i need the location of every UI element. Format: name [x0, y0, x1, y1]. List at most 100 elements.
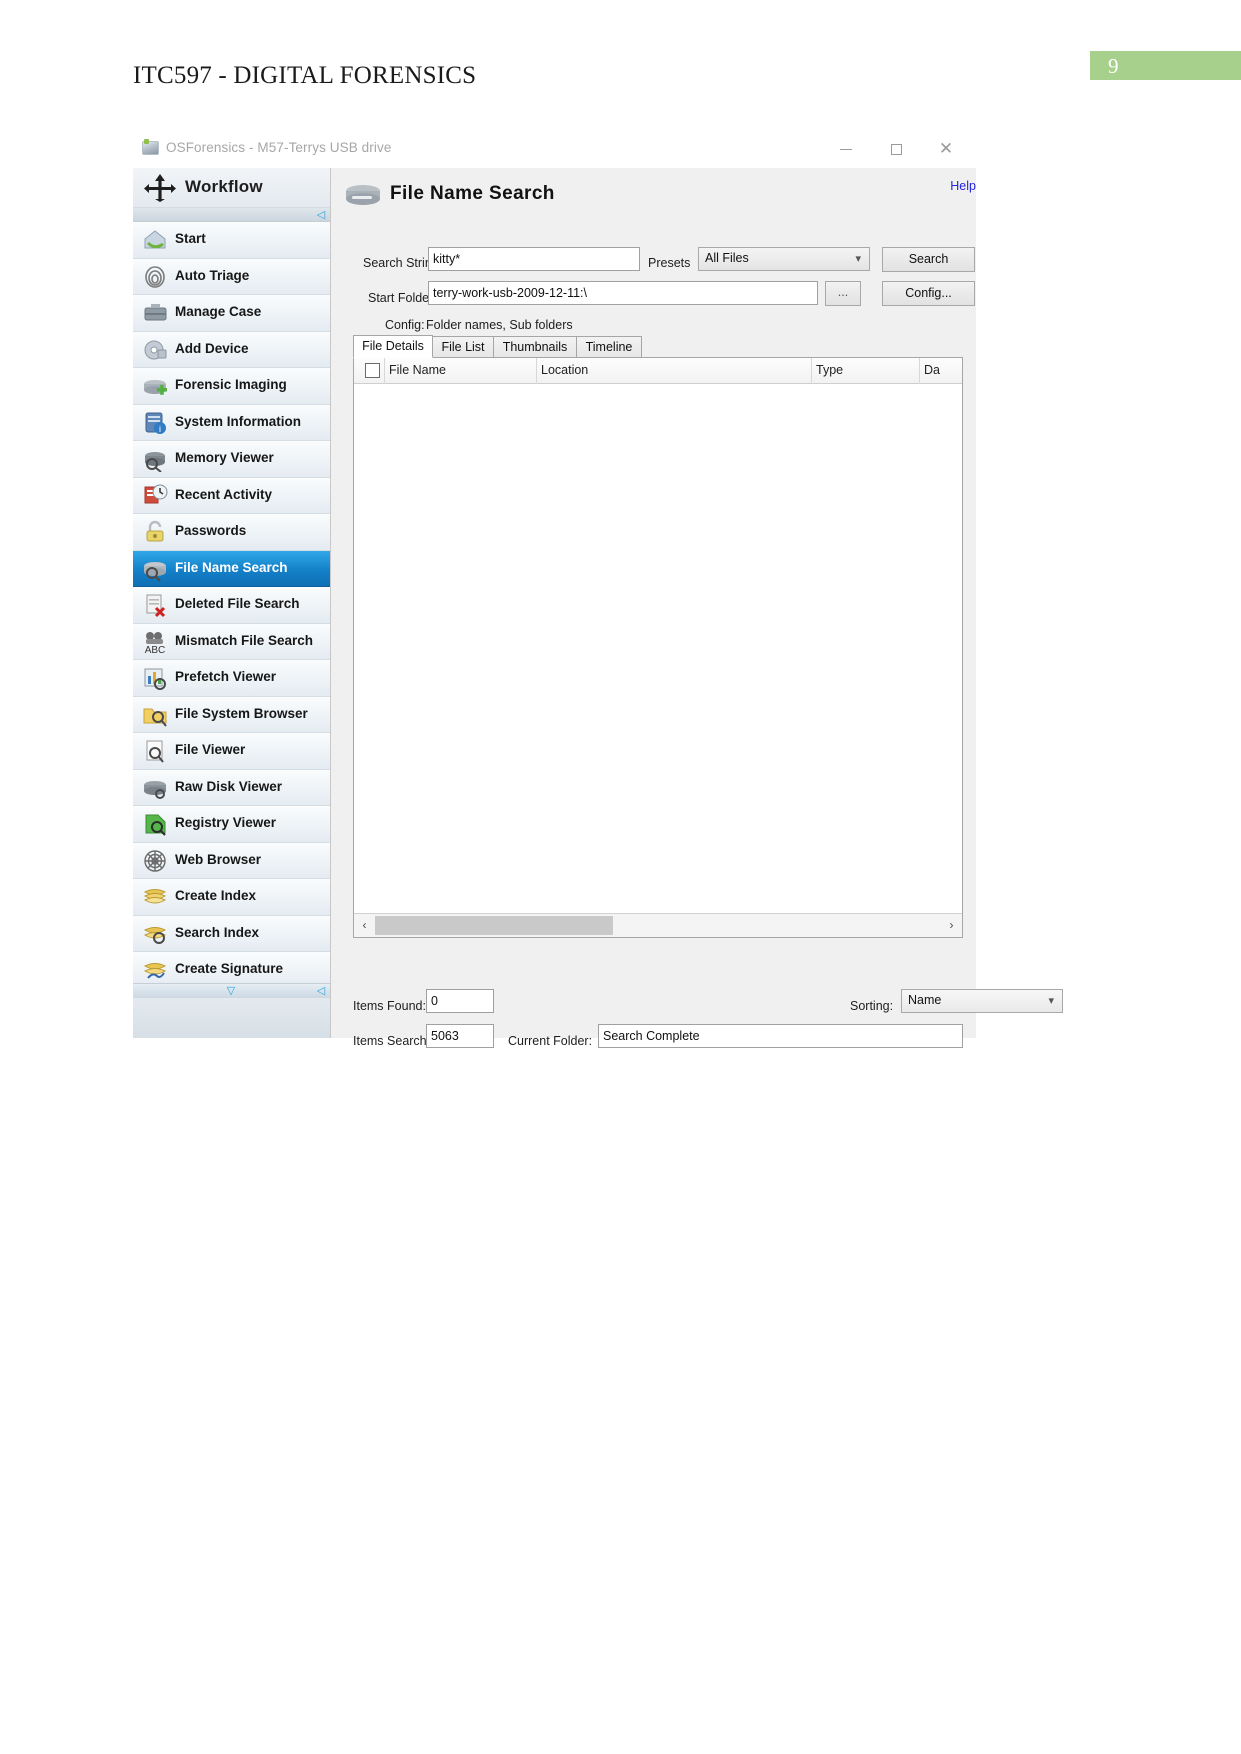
- column-header-file-name[interactable]: File Name: [389, 363, 446, 377]
- presets-label: Presets: [648, 256, 691, 270]
- document-magnifier-icon: [142, 738, 169, 764]
- page-number-text: 9: [1108, 54, 1119, 78]
- sidebar-item-label: Web Browser: [175, 851, 262, 867]
- sidebar-item-label: System Information: [175, 413, 302, 429]
- config-button[interactable]: Config...: [882, 281, 975, 306]
- document-header: ITC597 - DIGITAL FORENSICS 9: [0, 0, 1241, 120]
- items-searched-value: [426, 1024, 494, 1048]
- sorting-dropdown[interactable]: Name ▾: [901, 989, 1063, 1013]
- chevron-down-icon: ▾: [855, 253, 861, 265]
- close-icon[interactable]: ✕: [925, 137, 967, 161]
- briefcase-icon: [142, 300, 169, 326]
- scroll-left-icon[interactable]: ‹: [356, 917, 373, 934]
- sidebar-item-label: Manage Case: [175, 304, 262, 319]
- scrollbar-thumb[interactable]: [375, 916, 613, 935]
- config-label: Config:: [385, 318, 425, 332]
- index-search-icon: [142, 921, 169, 947]
- browse-folder-button[interactable]: ...: [825, 281, 861, 306]
- file-name-search-panel: File Name Search Help Search String Pres…: [330, 168, 1063, 1048]
- sidebar-item-file-system-browser[interactable]: File System Browser: [133, 696, 330, 733]
- minimize-button[interactable]: [825, 137, 867, 161]
- clock-history-icon: [142, 483, 169, 509]
- sidebar-item-system-information[interactable]: i System Information: [133, 404, 330, 441]
- tab-file-list[interactable]: File List: [432, 336, 494, 358]
- panel-title: File Name Search: [390, 183, 555, 204]
- sidebar-item-prefetch-viewer[interactable]: Prefetch Viewer: [133, 660, 330, 697]
- results-table-body[interactable]: [354, 384, 962, 911]
- workflow-item-list: Start Auto Triage Manage Case Add Device For…: [133, 222, 330, 1022]
- signature-icon: [142, 957, 169, 983]
- sidebar-item-web-browser[interactable]: Web Browser: [133, 842, 330, 879]
- sidebar-item-forensic-imaging[interactable]: Forensic Imaging: [133, 368, 330, 405]
- items-found-value: [426, 989, 494, 1013]
- tab-thumbnails[interactable]: Thumbnails: [493, 336, 577, 358]
- sidebar-item-label: File System Browser: [175, 705, 308, 721]
- column-divider: [536, 358, 537, 384]
- disk-icon: [142, 139, 159, 155]
- sidebar-scroll-up[interactable]: ◁: [133, 208, 330, 222]
- raw-disk-icon: [142, 775, 169, 801]
- sidebar-item-raw-disk-viewer[interactable]: Raw Disk Viewer: [133, 769, 330, 806]
- sidebar-footer: [133, 998, 330, 1038]
- sidebar-item-auto-triage[interactable]: Auto Triage: [133, 258, 330, 295]
- column-header-da[interactable]: Da: [924, 363, 940, 377]
- help-link[interactable]: Help: [950, 179, 976, 193]
- sidebar-item-add-device[interactable]: Add Device: [133, 331, 330, 368]
- chevron-left-icon[interactable]: ◁: [315, 209, 327, 221]
- sidebar-item-manage-case[interactable]: Manage Case: [133, 295, 330, 332]
- index-create-icon: [142, 884, 169, 910]
- workflow-header: Workflow: [133, 168, 330, 208]
- presets-dropdown[interactable]: All Files ▾: [698, 247, 870, 271]
- tab-file-details[interactable]: File Details: [353, 335, 433, 358]
- sidebar-item-recent-activity[interactable]: Recent Activity: [133, 477, 330, 514]
- sidebar-item-memory-viewer[interactable]: Memory Viewer: [133, 441, 330, 478]
- sidebar-item-label: Create Index: [175, 888, 257, 903]
- items-found-label: Items Found:: [353, 999, 426, 1013]
- start-folder-input[interactable]: [428, 281, 818, 305]
- column-header-location[interactable]: Location: [541, 363, 588, 377]
- search-string-input[interactable]: [428, 247, 640, 271]
- sidebar-item-registry-viewer[interactable]: Registry Viewer: [133, 806, 330, 843]
- svg-text:ABC: ABC: [145, 645, 166, 655]
- sidebar-item-file-viewer[interactable]: File Viewer: [133, 733, 330, 770]
- sidebar-item-search-index[interactable]: Search Index: [133, 915, 330, 952]
- maximize-button[interactable]: [875, 137, 917, 161]
- svg-text:i: i: [159, 424, 161, 434]
- sidebar-item-label: Search Index: [175, 924, 260, 940]
- sidebar-item-start[interactable]: Start: [133, 222, 330, 259]
- sidebar-item-label: Passwords: [175, 523, 247, 538]
- search-button[interactable]: Search: [882, 247, 975, 272]
- tab-timeline[interactable]: Timeline: [576, 336, 642, 358]
- chevron-down-icon[interactable]: ▽: [224, 985, 238, 998]
- results-tabs: File Details File List Thumbnails Timeline: [353, 335, 963, 358]
- sidebar-item-label: Prefetch Viewer: [175, 669, 277, 684]
- sidebar-item-create-index[interactable]: Create Index: [133, 879, 330, 916]
- start-folder-label: Start Folder: [368, 291, 434, 305]
- sidebar-item-deleted-file-search[interactable]: Deleted File Search: [133, 587, 330, 624]
- abc-mismatch-icon: ABC: [142, 629, 169, 656]
- sidebar-item-label: Deleted File Search: [175, 596, 300, 611]
- osforensics-window: OSForensics - M57-Terrys USB drive ✕ Wor…: [133, 130, 1063, 1048]
- scroll-right-icon[interactable]: ›: [943, 917, 960, 934]
- sidebar-item-passwords[interactable]: Passwords: [133, 514, 330, 551]
- workflow-arrows-icon: [144, 173, 176, 203]
- sidebar-item-label: Recent Activity: [175, 486, 273, 502]
- chevron-left-collapse-icon[interactable]: ◁: [315, 985, 327, 998]
- workflow-title: Workflow: [185, 177, 263, 196]
- sidebar-item-file-name-search[interactable]: File Name Search: [133, 550, 330, 587]
- sidebar-scroll-down[interactable]: ▽ ◁: [133, 983, 330, 998]
- sidebar-item-label: Registry Viewer: [175, 815, 277, 830]
- horizontal-scrollbar[interactable]: ‹ ›: [354, 913, 962, 937]
- drive-plus-icon: [142, 373, 169, 399]
- sidebar-item-label: Add Device: [175, 340, 249, 356]
- sorting-label: Sorting:: [850, 999, 894, 1013]
- column-header-type[interactable]: Type: [816, 363, 843, 377]
- column-divider: [919, 358, 920, 384]
- select-all-checkbox[interactable]: [365, 363, 380, 378]
- column-divider: [384, 358, 385, 384]
- web-globe-icon: [142, 848, 169, 874]
- sorting-value: Name: [908, 993, 942, 1007]
- fingerprint-icon: [142, 264, 169, 290]
- home-start-icon: [142, 227, 169, 253]
- sidebar-item-mismatch-file-search[interactable]: ABC Mismatch File Search: [133, 623, 330, 660]
